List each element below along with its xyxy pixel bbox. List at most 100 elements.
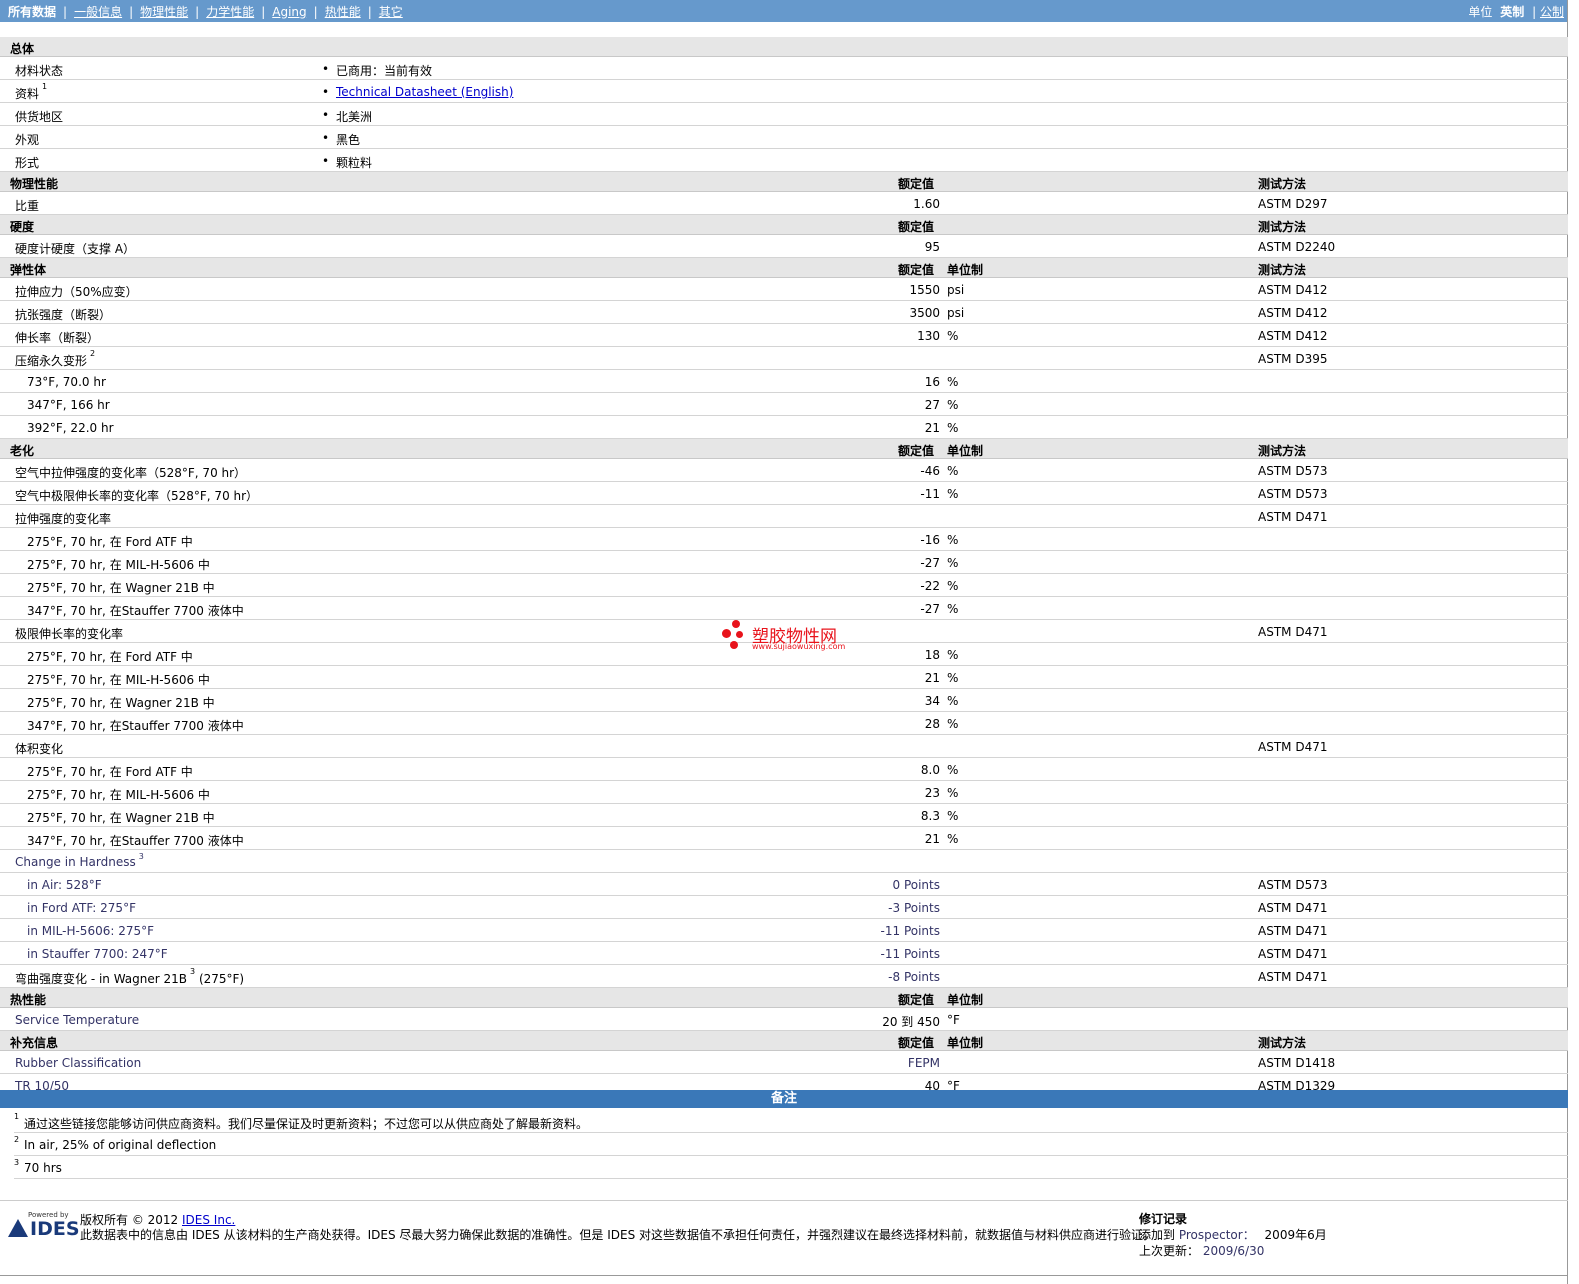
property-value: 21 [924,671,940,685]
column-header-value: 额定值 [898,444,935,458]
property-name-text: 275°F, 70 hr, 在 Ford ATF 中 [27,535,193,549]
table-row: 硬度计硬度（支撑 A） 95 ASTM D2240 [0,235,1568,258]
note-text: 通过这些链接您能够访问供应商资料。我们尽量保证及时更新资料；不过您可以从供应商处… [24,1117,589,1131]
nav-aging[interactable]: Aging [272,5,306,19]
property-value: 21 [924,421,940,435]
property-value: 1.60 [913,197,940,211]
note-item: 1 通过这些链接您能够访问供应商资料。我们尽量保证及时更新资料；不过您可以从供应… [14,1110,1568,1133]
table-row: 资料1 • Technical Datasheet (English) [0,80,1568,103]
section-title: 热性能 [10,993,47,1007]
table-row: 供货地区 • 北美洲 [0,103,1568,126]
nav-general-info[interactable]: 一般信息 [74,3,122,20]
nav-all-data[interactable]: 所有数据 [8,3,56,20]
test-method: ASTM D471 [1258,924,1328,938]
property-name-text: 73°F, 70.0 hr [27,375,106,389]
table-row: 275°F, 70 hr, 在 Wagner 21B 中 -22% [0,574,1568,597]
property-value: -11 [920,487,940,501]
section-header-elastomer: 弹性体 额定值 单位制 测试方法 [0,258,1568,278]
property-value: -11 Points [880,947,940,961]
added-date: 2009年6月 [1264,1228,1327,1242]
footnote-marker: 3 [138,852,144,861]
table-row: 275°F, 70 hr, 在 Ford ATF 中 -16% [0,528,1568,551]
property-name-text: 空气中拉伸强度的变化率（528°F, 70 hr） [15,466,247,480]
property-name: Service Temperature [15,1013,139,1027]
column-header-unit: 单位制 [947,993,984,1007]
property-value: 1550 [909,283,940,297]
property-unit: psi [947,306,965,320]
properties-table: 总体材料状态 • 已商用：当前有效资料1 • Technical Datasheet (… [0,37,1568,1097]
property-name-text: 275°F, 70 hr, 在 Wagner 21B 中 [27,811,215,825]
units-metric-link[interactable]: 公制 [1540,5,1564,19]
property-unit: psi [947,283,965,297]
column-header-value: 额定值 [898,263,935,277]
test-method: ASTM D412 [1258,329,1328,343]
note-marker: 1 [14,1112,20,1121]
property-value: -3 Points [888,901,940,915]
table-row: 压缩永久变形2 ASTM D395 [0,347,1568,370]
nav-other[interactable]: 其它 [379,3,403,20]
property-name: Rubber Classification [15,1056,141,1070]
property-value: 颗粒料 [336,156,373,170]
property-name: 弯曲强度变化 - in Wagner 21B3 (275°F) [15,967,244,987]
property-name: Change in Hardness 3 [15,852,144,869]
nav-mechanical[interactable]: 力学性能 [206,3,254,20]
test-method: ASTM D471 [1258,740,1328,754]
property-value: -8 Points [888,970,940,984]
table-row: 弯曲强度变化 - in Wagner 21B3 (275°F) -8 Points… [0,965,1568,988]
table-row: 347°F, 70 hr, 在Stauffer 7700 液体中 21% [0,827,1568,850]
property-value: 8.3 [920,809,940,823]
ides-logo: Powered by IDES [8,1211,80,1240]
property-value: 20 到 450 [882,1015,940,1029]
column-header-method: 测试方法 [1258,1036,1307,1050]
section-header-aging: 老化 额定值 单位制 测试方法 [0,439,1568,459]
section-title: 硬度 [10,220,35,234]
property-name-text: 压缩永久变形 [15,354,88,368]
nav-separator: | [1532,5,1537,19]
property-name-text: 392°F, 22.0 hr [27,421,114,435]
property-value: 18 [924,648,940,662]
datasheet-link[interactable]: Technical Datasheet (English) [336,85,513,99]
property-name: 伸长率（断裂） [15,329,99,346]
property-value: -46 [920,464,940,478]
property-name-text: 材料状态 [15,64,64,78]
property-value: 34 [924,694,940,708]
property-unit: % [947,556,959,570]
column-header-method: 测试方法 [1258,444,1307,458]
test-method: ASTM D471 [1258,510,1328,524]
watermark-dot [732,620,740,628]
property-name: 347°F, 70 hr, 在Stauffer 7700 液体中 [27,717,244,734]
property-unit: % [947,763,959,777]
note-marker: 3 [14,1158,20,1167]
section-header-thermal: 热性能 额定值 单位制 [0,988,1568,1008]
column-header-value: 额定值 [898,177,935,191]
property-value: 8.0 [920,763,940,777]
property-name: 275°F, 70 hr, 在 Wagner 21B 中 [27,694,215,711]
note-text: 70 hrs [24,1161,62,1175]
property-name: 材料状态 [15,62,63,79]
property-name-text: 形式 [15,156,40,170]
table-row: 比重 1.60 ASTM D297 [0,192,1568,215]
property-unit: % [947,398,959,412]
nav-thermal[interactable]: 热性能 [325,3,361,20]
property-name-text: 极限伸长率的变化率 [15,627,124,641]
nav-separator: | [313,4,318,19]
property-name: 比重 [15,197,39,214]
section-title: 总体 [10,42,35,56]
bullet-icon: • [322,62,330,76]
property-name: 空气中拉伸强度的变化率（528°F, 70 hr） [15,464,246,481]
property-name: 供货地区 [15,108,63,125]
column-header-method: 测试方法 [1258,177,1307,191]
updated-label: 上次更新： [1139,1244,1200,1258]
revision-added: 添加到 Prospector： 2009年6月 [1139,1226,1327,1243]
company-link[interactable]: IDES Inc. [182,1213,235,1227]
property-value: 21 [924,832,940,846]
property-value: 已商用：当前有效 [336,64,433,78]
note-text: In air, 25% of original deflection [24,1138,217,1152]
table-row: 275°F, 70 hr, 在 MIL-H-5606 中 -27% [0,551,1568,574]
property-unit: % [947,421,959,435]
property-name: 275°F, 70 hr, 在 Wagner 21B 中 [27,579,215,596]
table-row: 275°F, 70 hr, 在 Ford ATF 中 8.0% [0,758,1568,781]
nav-physical[interactable]: 物理性能 [140,3,188,20]
property-name-text: 资料 [15,87,40,101]
property-name-text: 伸长率（断裂） [15,331,100,345]
